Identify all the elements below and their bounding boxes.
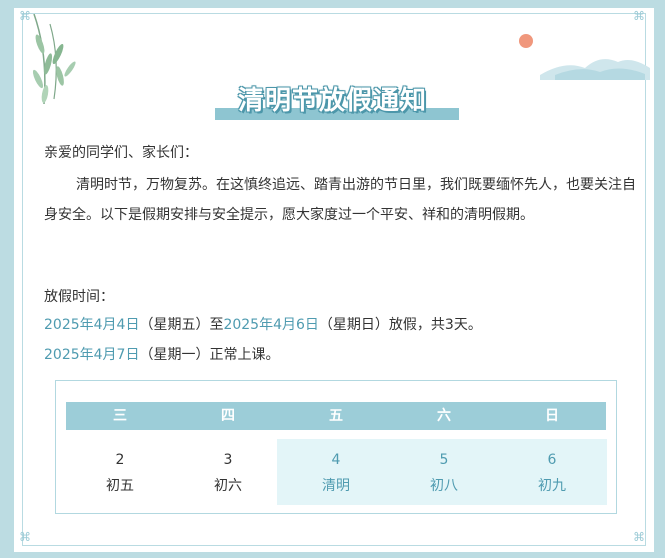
calendar-day: 2 初五 xyxy=(66,439,174,505)
sun-mountain-icon xyxy=(540,59,650,80)
holiday-label: 放假时间： xyxy=(44,289,114,305)
corner-ornament-icon: ⌘ xyxy=(19,530,31,544)
lunar-date: 清明 xyxy=(322,478,350,494)
weekday-header: 三 xyxy=(113,408,127,424)
day-number: 4 xyxy=(331,452,341,468)
weekday-header: 六 xyxy=(437,408,451,424)
lunar-date: 初九 xyxy=(538,478,566,494)
holiday-calendar: 三 四 五 六 日 2 初五 3 初六 4 清明 5 初八 6 初九 xyxy=(55,380,617,514)
lunar-date: 初八 xyxy=(430,478,458,494)
resume-rest: （星期一）正常上课。 xyxy=(139,347,280,363)
start-date: 2025年4月4日 xyxy=(44,317,140,333)
calendar-header: 三 四 五 六 日 xyxy=(66,402,606,430)
lunar-date: 初五 xyxy=(106,478,134,494)
resume-date: 2025年4月7日 xyxy=(44,347,140,363)
holiday-line-1: 2025年4月4日（星期五）至2025年4月6日（星期日）放假，共3天。 xyxy=(44,315,482,335)
holiday-line-2: 2025年4月7日（星期一）正常上课。 xyxy=(44,345,279,365)
end-rest: （星期日）放假，共3天。 xyxy=(318,317,482,333)
calendar-day: 4 清明 xyxy=(282,439,390,505)
lunar-date: 初六 xyxy=(214,478,242,494)
calendar-day: 6 初九 xyxy=(498,439,606,505)
page-title: 清明节放假通知 xyxy=(237,86,427,116)
weekday-header: 日 xyxy=(545,408,559,424)
greeting: 亲爱的同学们、家长们： xyxy=(44,145,198,161)
calendar-days: 2 初五 3 初六 4 清明 5 初八 6 初九 xyxy=(66,439,606,505)
corner-ornament-icon: ⌘ xyxy=(633,9,645,23)
weekday-header: 五 xyxy=(329,408,343,424)
corner-ornament-icon: ⌘ xyxy=(633,530,645,544)
sun-icon xyxy=(519,34,533,48)
weekday-header: 四 xyxy=(221,408,235,424)
calendar-day: 5 初八 xyxy=(390,439,498,505)
day-number: 5 xyxy=(439,452,449,468)
calendar-day: 3 初六 xyxy=(174,439,282,505)
day-number: 6 xyxy=(547,452,557,468)
day-number: 3 xyxy=(223,452,233,468)
intro-paragraph: 清明时节，万物复苏。在这慎终追远、踏青出游的节日里，我们既要缅怀先人，也要关注自… xyxy=(44,177,636,223)
day-number: 2 xyxy=(115,452,125,468)
end-date: 2025年4月6日 xyxy=(223,317,319,333)
start-weekday: （星期五）至 xyxy=(139,317,224,333)
